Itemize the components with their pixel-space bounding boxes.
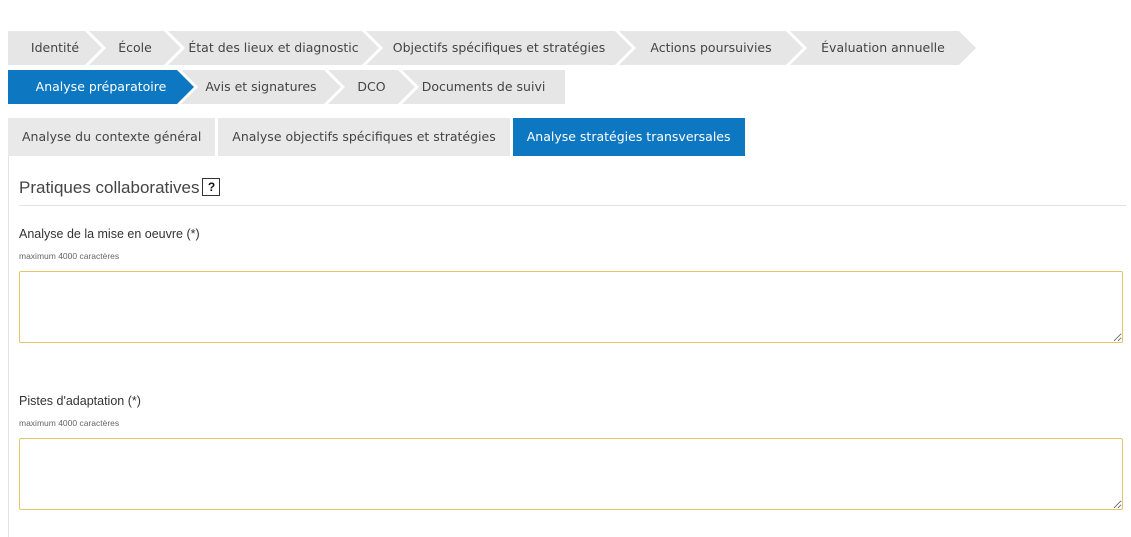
step-label: DCO [357, 79, 386, 94]
mise-en-oeuvre-textarea[interactable] [19, 271, 1123, 343]
step-label: Documents de suivi [421, 79, 546, 94]
mise-en-oeuvre-label: Analyse de la mise en oeuvre (*) [19, 227, 200, 241]
step-label: Avis et signatures [205, 79, 317, 94]
steps-row-1: Identité École État des lieux et diagnos… [8, 31, 963, 65]
step-label: Analyse préparatoire [35, 79, 167, 94]
step-analyse-preparatoire[interactable]: Analyse préparatoire [8, 70, 194, 104]
step-label: Évaluation annuelle [821, 40, 945, 55]
step-label: Objectifs spécifiques et stratégies [392, 40, 606, 55]
step-evaluation[interactable]: Évaluation annuelle [790, 31, 976, 65]
tab-analyse-strategies-transversales[interactable]: Analyse stratégies transversales [512, 118, 745, 156]
step-label: État des lieux et diagnostic [188, 40, 359, 55]
step-ecole[interactable]: École [89, 31, 181, 65]
subtabs: Analyse du contexte général Analyse obje… [8, 118, 748, 156]
step-avis-signatures[interactable]: Avis et signatures [181, 70, 341, 104]
help-icon[interactable]: ? [202, 178, 221, 196]
step-objectifs[interactable]: Objectifs spécifiques et stratégies [366, 31, 632, 65]
step-identite[interactable]: Identité [8, 31, 102, 65]
section-title-text: Pratiques collaboratives [19, 178, 200, 197]
step-dco[interactable]: DCO [328, 70, 415, 104]
tab-label: Analyse objectifs spécifiques et stratég… [232, 129, 496, 144]
step-label: École [118, 40, 152, 55]
step-actions[interactable]: Actions poursuivies [619, 31, 803, 65]
pistes-adaptation-hint: maximum 4000 caractères [19, 418, 120, 428]
pistes-adaptation-label: Pistes d'adaptation (*) [19, 394, 141, 408]
tab-label: Analyse stratégies transversales [526, 129, 731, 144]
step-documents-suivi[interactable]: Documents de suivi [402, 70, 565, 104]
section-divider [19, 205, 1126, 206]
step-label: Actions poursuivies [650, 40, 772, 55]
tab-label: Analyse du contexte général [22, 129, 202, 144]
mise-en-oeuvre-hint: maximum 4000 caractères [19, 251, 120, 261]
step-label: Identité [30, 40, 80, 55]
content-left-border [8, 156, 9, 537]
tab-analyse-objectifs[interactable]: Analyse objectifs spécifiques et stratég… [218, 118, 510, 156]
step-etat-des-lieux[interactable]: État des lieux et diagnostic [168, 31, 379, 65]
pistes-adaptation-textarea[interactable] [19, 438, 1123, 510]
steps-row-2: Analyse préparatoire Avis et signatures … [8, 70, 565, 104]
section-title: Pratiques collaboratives? [19, 178, 221, 198]
tab-analyse-contexte[interactable]: Analyse du contexte général [8, 118, 216, 156]
